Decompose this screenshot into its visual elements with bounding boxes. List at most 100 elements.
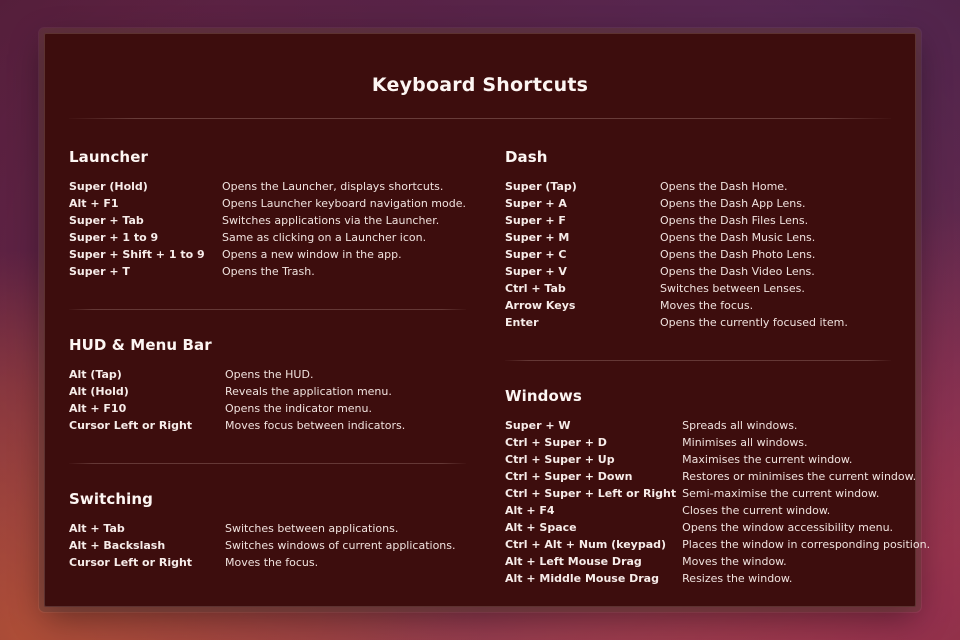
shortcut-row: Super + Shift + 1 to 9 Opens a new window… [69,246,466,263]
shortcut-description: Switches applications via the Launcher. [221,214,440,227]
shortcut-description: Opens the Launcher, displays shortcuts. [221,180,444,193]
shortcut-key: Alt + F10 [69,402,127,415]
shortcut-table-dash: Super (Tap) Opens the Dash Home. Super + A… [505,178,891,331]
section-windows: Windows Super + W Spreads all windows. Ctrl… [505,387,930,587]
shortcut-description: Opens the Dash App Lens. [660,197,806,210]
shortcut-description: Spreads all windows. [682,419,798,432]
shortcut-key: Ctrl + Super + Up [505,453,615,466]
shortcut-description: Reveals the application menu. [225,385,392,398]
shortcut-key: Alt + Middle Mouse Drag [505,572,659,585]
shortcut-key: Super (Hold) [69,180,148,193]
section-launcher: Launcher Super (Hold) Opens the Launcher, … [69,148,466,280]
shortcut-row: Super + T Opens the Trash. [69,263,466,280]
page-title: Keyboard Shortcuts [371,74,589,96]
shortcut-key: Ctrl + Super + Left or Right [505,487,677,500]
shortcut-row: Super (Hold) Opens the Launcher, displays… [69,178,466,195]
shortcut-key: Super (Tap) [505,180,577,193]
shortcut-key: Alt + Left Mouse Drag [505,555,642,568]
shortcut-description: Opens the indicator menu. [225,402,372,415]
shortcut-key: Super + F [505,214,566,227]
shortcut-description: Opens the window accessibility menu. [682,521,894,534]
shortcut-key: Super + Shift + 1 to 9 [69,248,205,261]
shortcut-key: Super + 1 to 9 [69,231,159,244]
shortcut-key: Cursor Left or Right [69,556,193,569]
shortcut-description: Opens a new window in the app. [221,248,402,261]
shortcut-table-windows: Super + W Spreads all windows. Ctrl + Supe… [505,417,930,587]
keyboard-shortcuts-overlay: Keyboard Shortcuts Launcher Super (Hold) O… [44,33,930,607]
shortcut-key: Ctrl + Tab [505,282,566,295]
shortcut-description: Switches between applications. [225,522,399,535]
shortcut-description: Opens the Dash Files Lens. [660,214,809,227]
section-title-windows: Windows [505,387,582,405]
shortcut-key: Ctrl + Super + D [505,436,607,449]
shortcut-description: Semi-maximise the current window. [682,487,880,500]
shortcut-key: Ctrl + Super + Down [505,470,633,483]
shortcut-description: Minimises all windows. [682,436,808,449]
shortcut-key: Super + W [505,419,571,432]
shortcut-table-switching: Alt + Tab Switches between applications. A… [69,520,466,571]
shortcut-row: Alt + F10 Opens the indicator menu. [69,400,466,417]
section-switching: Switching Alt + Tab Switches between appli… [69,490,466,571]
section-hud-menu-bar: HUD & Menu Bar Alt (Tap) Opens the HUD. Alt… [69,336,466,434]
shortcut-description: Switches between Lenses. [660,282,805,295]
shortcut-description: Closes the current window. [682,504,831,517]
left-column: Launcher Super (Hold) Opens the Launcher, … [69,119,480,587]
shortcut-row: Ctrl + Tab Switches between Lenses. [505,280,891,297]
shortcut-row: Arrow Keys Moves the focus. [505,297,891,314]
shortcut-row: Super + C Opens the Dash Photo Lens. [505,246,891,263]
shortcut-row: Ctrl + Super + Down Restores or minimises… [505,468,930,485]
shortcut-description: Opens the HUD. [225,368,314,381]
shortcut-row: Super + V Opens the Dash Video Lens. [505,263,891,280]
shortcut-key: Alt (Tap) [69,368,122,381]
shortcut-key: Super + Tab [69,214,144,227]
shortcut-description: Opens the Dash Home. [660,180,788,193]
shortcut-description: Opens Launcher keyboard navigation mode. [221,197,466,210]
shortcut-row: Alt + Left Mouse Drag Moves the window. [505,553,930,570]
shortcut-key: Enter [505,316,539,329]
shortcut-row: Super + F Opens the Dash Files Lens. [505,212,891,229]
shortcut-key: Ctrl + Alt + Num (keypad) [505,538,667,551]
shortcut-key: Alt + Tab [69,522,125,535]
shortcut-row: Enter Opens the currently focused item. [505,314,891,331]
shortcut-row: Alt + F1 Opens Launcher keyboard navigati… [69,195,466,212]
shortcut-row: Alt (Hold) Reveals the application menu. [69,383,466,400]
shortcut-description: Places the window in corresponding posit… [682,538,931,551]
shortcut-table-hud-menu-bar: Alt (Tap) Opens the HUD. Alt (Hold) Reveals… [69,366,466,434]
shortcut-row: Super + 1 to 9 Same as clicking on a Laun… [69,229,466,246]
shortcut-description: Opens the currently focused item. [660,316,848,329]
shortcut-description: Moves focus between indicators. [225,419,406,432]
shortcut-description: Same as clicking on a Launcher icon. [221,231,427,244]
shortcut-description: Moves the window. [682,555,787,568]
shortcut-key: Cursor Left or Right [69,419,193,432]
shortcut-key: Super + A [505,197,567,210]
shortcut-description: Opens the Dash Photo Lens. [660,248,816,261]
shortcut-description: Opens the Dash Video Lens. [660,265,815,278]
section-divider-windows [505,360,891,361]
shortcut-row: Alt + Middle Mouse Drag Resizes the windo… [505,570,930,587]
shortcut-row: Alt + F4 Closes the current window. [505,502,930,519]
shortcut-key: Super + C [505,248,567,261]
shortcut-description: Maximises the current window. [682,453,853,466]
shortcut-key: Alt + Backslash [69,539,166,552]
section-title-hud-menu-bar: HUD & Menu Bar [69,336,212,354]
section-title-launcher: Launcher [69,148,148,166]
shortcut-columns: Launcher Super (Hold) Opens the Launcher, … [45,119,930,587]
shortcut-description: Moves the focus. [225,556,319,569]
section-divider-hud-menu-bar [69,309,466,310]
right-column: Dash Super (Tap) Opens the Dash Home. Super… [480,119,930,587]
shortcut-description: Moves the focus. [660,299,754,312]
shortcut-row: Super + W Spreads all windows. [505,417,930,434]
section-dash: Dash Super (Tap) Opens the Dash Home. Super… [505,148,891,331]
shortcut-key: Arrow Keys [505,299,576,312]
shortcut-table-launcher: Super (Hold) Opens the Launcher, displays… [69,178,466,280]
shortcut-row: Ctrl + Alt + Num (keypad) Places the wind… [505,536,930,553]
shortcut-description: Resizes the window. [682,572,793,585]
shortcut-row: Alt (Tap) Opens the HUD. [69,366,466,383]
shortcut-row: Ctrl + Super + D Minimises all windows. [505,434,930,451]
shortcut-key: Alt + Space [505,521,577,534]
shortcut-key: Alt + F4 [505,504,555,517]
shortcut-row: Cursor Left or Right Moves the focus. [69,554,466,571]
shortcut-key: Super + T [69,265,130,278]
shortcut-row: Super + Tab Switches applications via the… [69,212,466,229]
shortcut-description: Switches windows of current applications… [225,539,456,552]
